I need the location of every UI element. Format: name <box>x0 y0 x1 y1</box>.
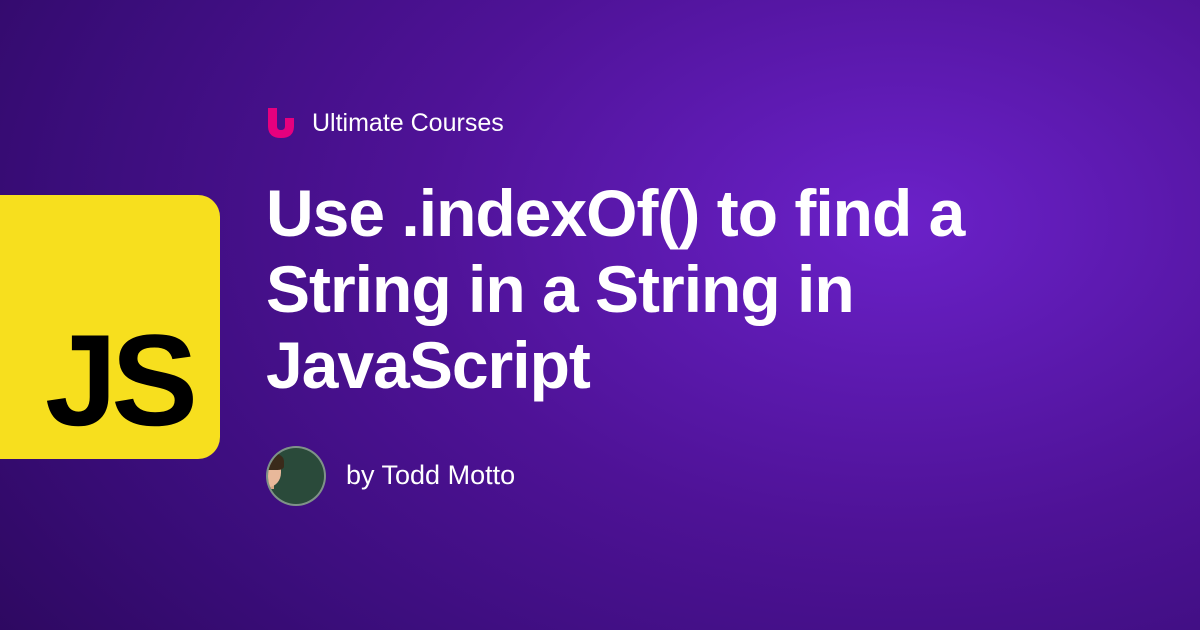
brand-row: Ultimate Courses <box>266 106 1130 140</box>
brand-name: Ultimate Courses <box>312 109 504 138</box>
post-title: Use .indexOf() to find a String in a Str… <box>266 176 1130 404</box>
author-byline: by Todd Motto <box>346 460 515 491</box>
author-avatar <box>266 446 326 506</box>
js-badge: JS <box>0 195 220 459</box>
ultimate-logo-icon <box>266 106 296 140</box>
js-badge-label: JS <box>45 315 192 445</box>
author-row: by Todd Motto <box>266 446 1130 506</box>
content-area: Ultimate Courses Use .indexOf() to find … <box>266 106 1130 506</box>
